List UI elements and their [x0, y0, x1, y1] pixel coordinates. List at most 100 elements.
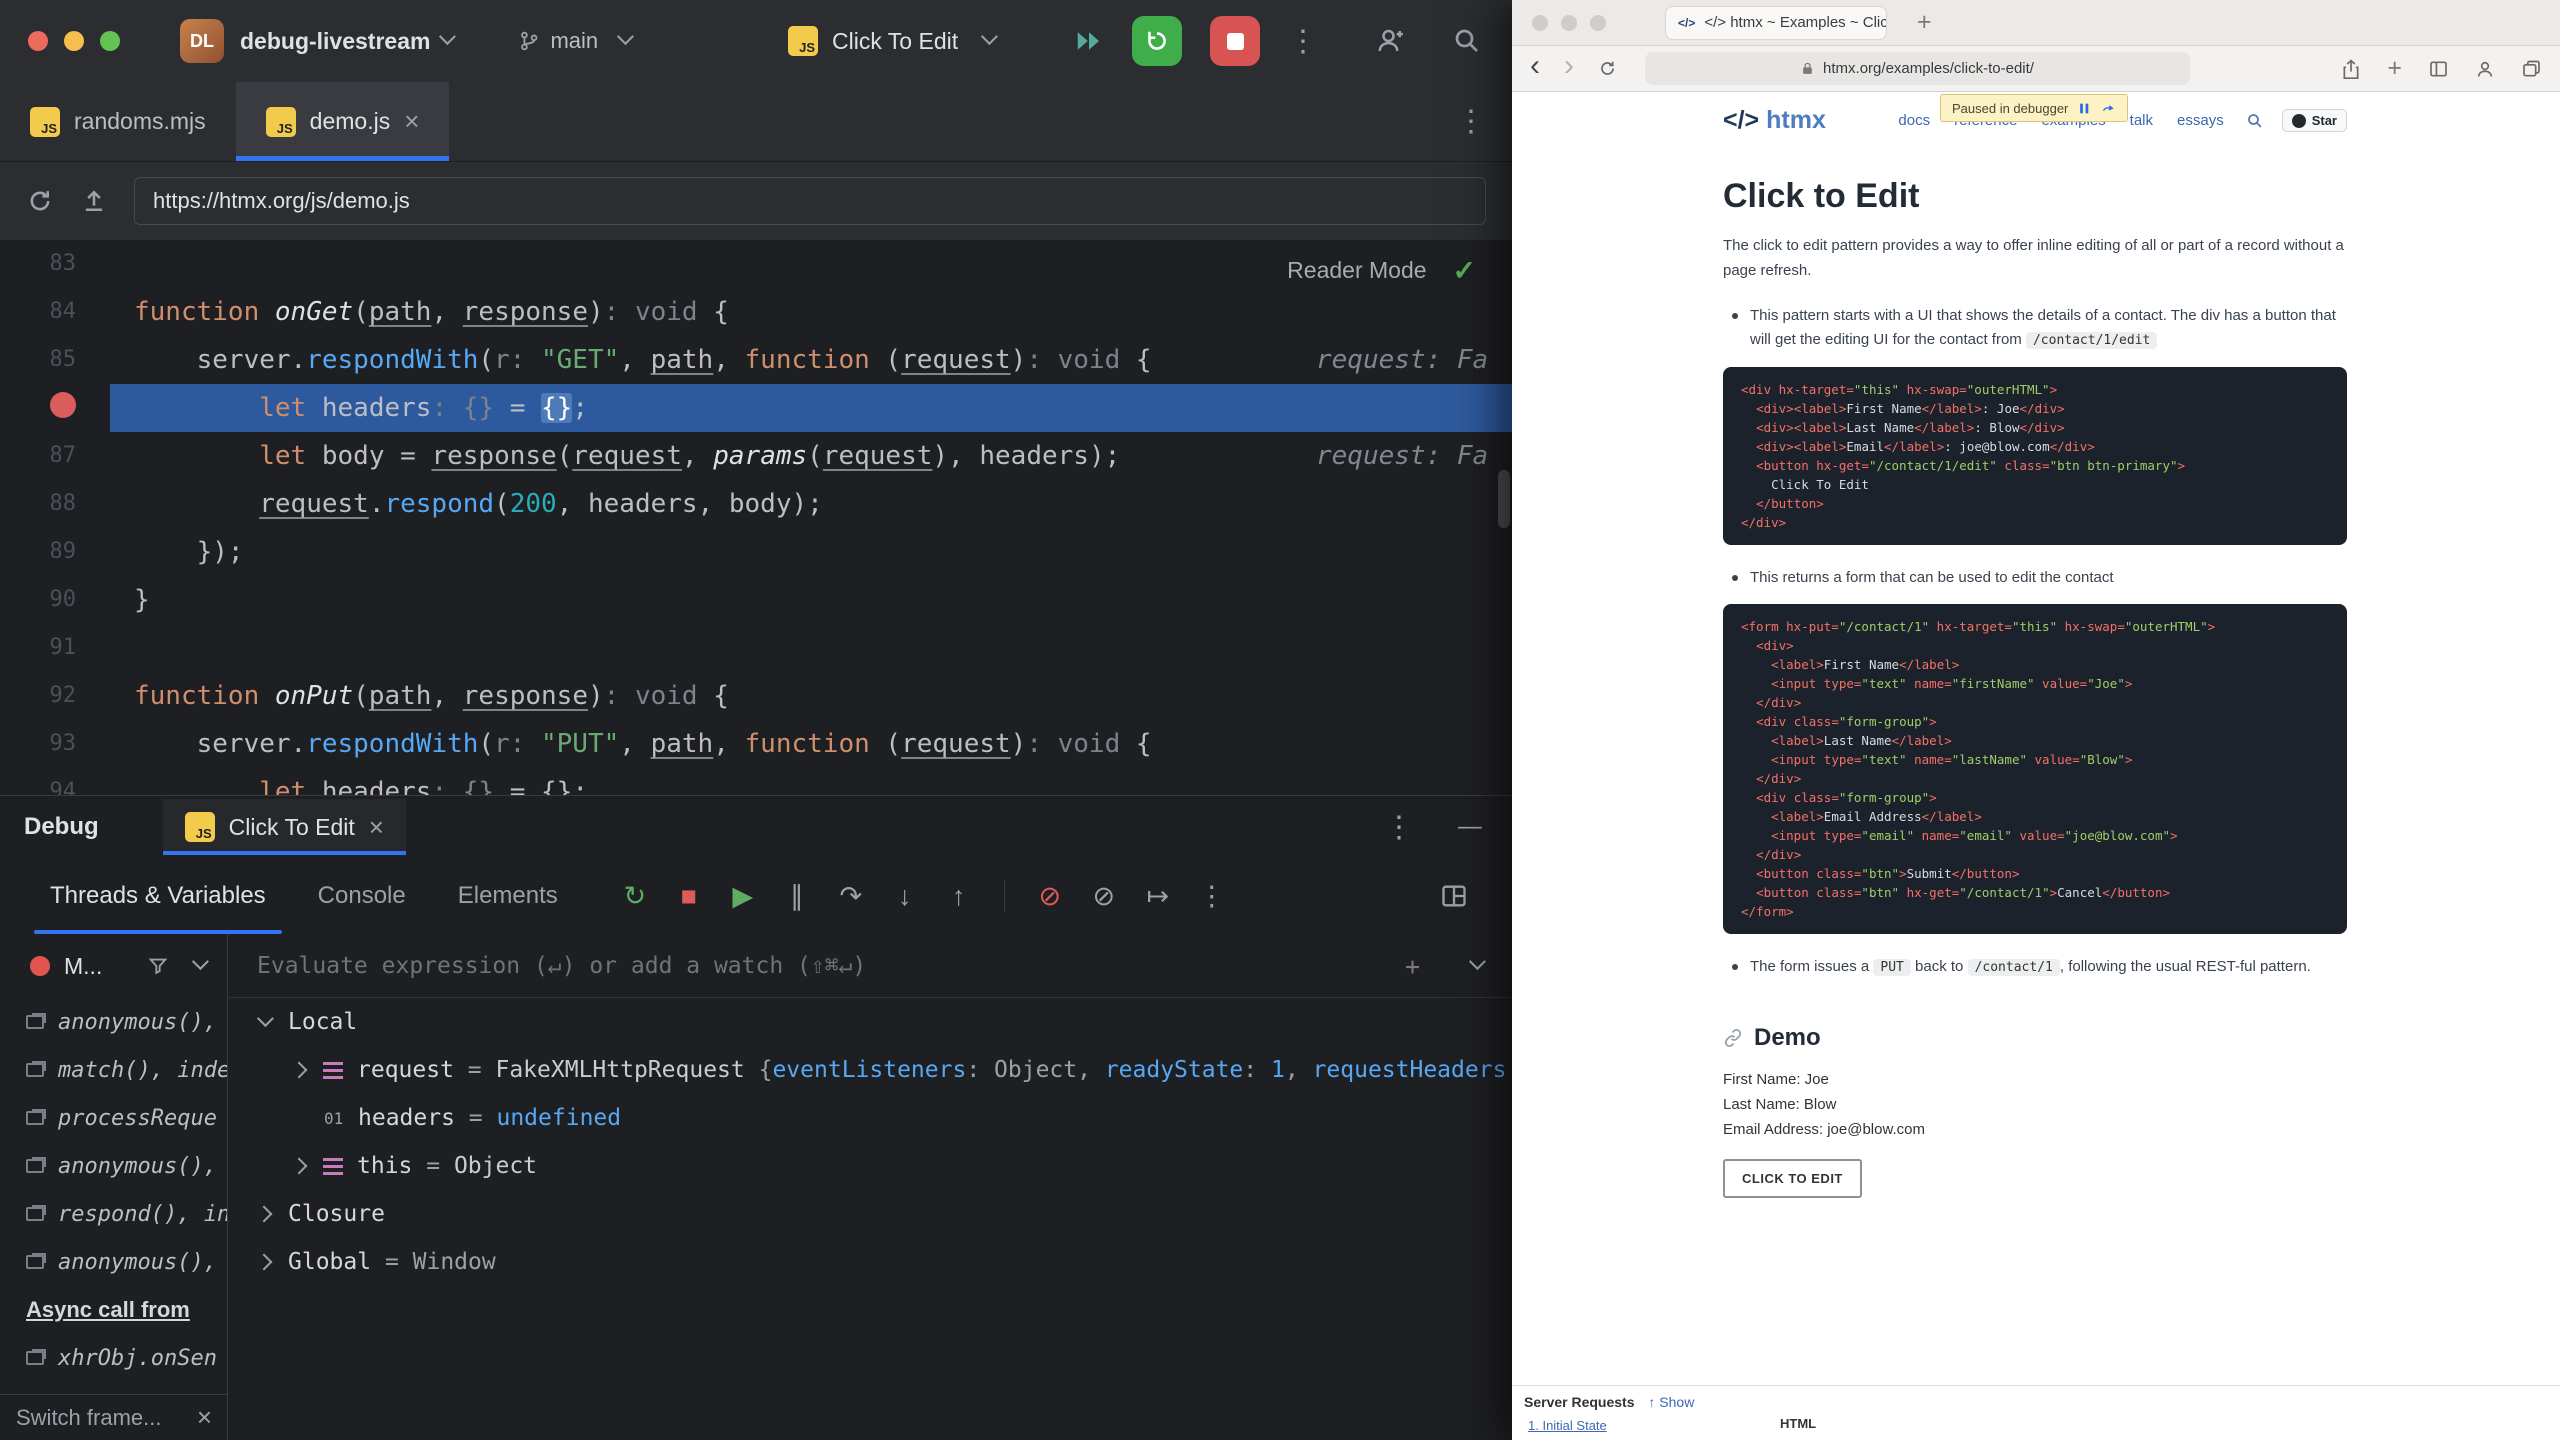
nav-link-talk[interactable]: talk	[2130, 112, 2153, 129]
stack-frame[interactable]: anonymous(),	[0, 1238, 227, 1286]
close-icon[interactable]	[404, 106, 419, 137]
nav-link-essays[interactable]: essays	[2177, 112, 2224, 129]
reload-icon[interactable]	[1598, 59, 1617, 78]
github-star-button[interactable]: Star	[2282, 109, 2347, 132]
branch-selector[interactable]: main	[518, 28, 634, 54]
step-into-icon[interactable]: ↓	[888, 881, 922, 912]
run-forward-icon[interactable]	[1074, 26, 1104, 56]
htmx-logo-text[interactable]: htmx	[1766, 106, 1826, 135]
chevron-down-icon[interactable]	[1469, 953, 1486, 970]
editor-line[interactable]: 85 server.respondWith(r: "GET", path, fu…	[0, 336, 1512, 384]
line-number[interactable]: 93	[0, 720, 110, 768]
profile-icon[interactable]	[2475, 59, 2495, 79]
expander-closed-icon[interactable]	[256, 1254, 273, 1271]
step-out-icon[interactable]: ↑	[942, 881, 976, 912]
mute-breakpoints-icon[interactable]: ⊘	[1033, 881, 1067, 912]
breakpoint-icon[interactable]	[50, 392, 76, 418]
inspections-ok-icon[interactable]	[1453, 254, 1476, 287]
stack-frame[interactable]: anonymous(),	[0, 1142, 227, 1190]
new-tab-button[interactable]	[1917, 8, 1932, 37]
variable-row[interactable]: request = FakeXMLHttpRequest {eventListe…	[229, 1046, 1512, 1094]
line-number[interactable]: 84	[0, 288, 110, 336]
minimize-icon[interactable]	[1458, 813, 1482, 841]
tab-overview-icon[interactable]	[2521, 59, 2542, 79]
tab-demo-js[interactable]: demo.js	[236, 82, 450, 161]
variable-row[interactable]: 01headers = undefined	[229, 1094, 1512, 1142]
line-number[interactable]: 90	[0, 576, 110, 624]
sidebar-icon[interactable]	[2428, 59, 2449, 79]
line-number[interactable]: 88	[0, 480, 110, 528]
more-icon[interactable]	[1384, 810, 1414, 845]
evaluate-expression-input[interactable]: Evaluate expression (↵) or add a watch (…	[229, 934, 1512, 998]
project-selector[interactable]: debug-livestream	[240, 28, 430, 55]
editor-line[interactable]: 91	[0, 624, 1512, 672]
resume-icon[interactable]: ▶	[726, 881, 760, 912]
file-url-field[interactable]: https://htmx.org/js/demo.js	[134, 177, 1486, 225]
variable-row[interactable]: Closure	[229, 1190, 1512, 1238]
run-config-selector[interactable]: Click To Edit	[788, 0, 998, 82]
switch-frame-popup[interactable]: Switch frame...	[0, 1394, 228, 1440]
nav-link-docs[interactable]: docs	[1898, 112, 1930, 129]
address-bar[interactable]: htmx.org/examples/click-to-edit/	[1645, 52, 2190, 85]
more-icon[interactable]	[1288, 24, 1318, 59]
editor-line[interactable]: 84function onGet(path, response): void {	[0, 288, 1512, 336]
add-tab-icon[interactable]	[2387, 54, 2402, 83]
rerun-icon[interactable]: ↻	[618, 881, 652, 912]
stack-frame[interactable]: match(), inde	[0, 1046, 227, 1094]
reader-mode-label[interactable]: Reader Mode	[1287, 257, 1426, 284]
zoom-window-button[interactable]	[1590, 15, 1606, 31]
more-icon[interactable]	[1456, 104, 1512, 139]
site-search-icon[interactable]	[2246, 112, 2264, 130]
editor-line[interactable]: 89 });	[0, 528, 1512, 576]
zoom-window-button[interactable]	[100, 31, 120, 51]
editor-line[interactable]: 94 let headers: {} = {};	[0, 768, 1512, 795]
stack-frame[interactable]: xhrObj.onSen	[0, 1334, 227, 1382]
restart-debug-button[interactable]	[1132, 16, 1182, 66]
editor-line[interactable]: let headers: {} = {};	[0, 384, 1512, 432]
editor-line[interactable]: 88 request.respond(200, headers, body);	[0, 480, 1512, 528]
resume-icon[interactable]	[2078, 102, 2091, 115]
code-editor[interactable]: 8384function onGet(path, response): void…	[0, 240, 1512, 795]
click-to-edit-button[interactable]: CLICK TO EDIT	[1723, 1159, 1862, 1198]
htmx-logo-icon[interactable]: </>	[1723, 106, 1759, 135]
line-number[interactable]: 83	[0, 240, 110, 288]
browser-tab[interactable]: </> </> htmx ~ Examples ~ Click	[1665, 6, 1887, 40]
thread-selector[interactable]: M...	[0, 934, 227, 998]
filter-icon[interactable]	[147, 955, 169, 977]
expander-closed-icon[interactable]	[256, 1206, 273, 1223]
expander-closed-icon[interactable]	[291, 1062, 308, 1079]
refresh-icon[interactable]	[26, 187, 54, 215]
forward-button[interactable]	[1564, 51, 1574, 86]
editor-line[interactable]: 90}	[0, 576, 1512, 624]
variable-row[interactable]: Local	[229, 998, 1512, 1046]
line-number[interactable]: 89	[0, 528, 110, 576]
close-window-button[interactable]	[1532, 15, 1548, 31]
pause-icon[interactable]: ∥	[780, 881, 814, 912]
line-number[interactable]: 91	[0, 624, 110, 672]
debug-session-tab[interactable]: Click To Edit	[163, 799, 406, 855]
initial-state-link[interactable]: 1. Initial State	[1528, 1418, 1607, 1433]
view-breakpoints-icon[interactable]: ⊘	[1087, 881, 1121, 912]
close-window-button[interactable]	[28, 31, 48, 51]
stop-debug-button[interactable]	[1210, 16, 1260, 66]
add-watch-icon[interactable]	[1405, 949, 1420, 982]
step-icon[interactable]	[2101, 102, 2116, 115]
tab-elements[interactable]: Elements	[432, 858, 584, 934]
minimize-window-button[interactable]	[1561, 15, 1577, 31]
stack-frame[interactable]: respond(), ind	[0, 1190, 227, 1238]
chevron-down-icon[interactable]	[192, 953, 209, 970]
stop-icon[interactable]: ■	[672, 881, 706, 912]
show-link[interactable]: ↑ Show	[1648, 1394, 1694, 1410]
add-user-icon[interactable]	[1376, 26, 1406, 56]
expander-closed-icon[interactable]	[291, 1158, 308, 1175]
editor-line[interactable]: 93 server.respondWith(r: "PUT", path, fu…	[0, 720, 1512, 768]
expander-open-icon[interactable]	[257, 1010, 274, 1027]
editor-line[interactable]: 92function onPut(path, response): void {	[0, 672, 1512, 720]
minimize-window-button[interactable]	[64, 31, 84, 51]
line-number[interactable]: 85	[0, 336, 110, 384]
run-to-cursor-icon[interactable]: ↦	[1141, 881, 1175, 912]
stack-frame[interactable]: anonymous(),	[0, 998, 227, 1046]
editor-line[interactable]: 87 let body = response(request, params(r…	[0, 432, 1512, 480]
more-actions-icon[interactable]: ⋮	[1195, 881, 1229, 912]
variable-row[interactable]: Global = Window	[229, 1238, 1512, 1286]
